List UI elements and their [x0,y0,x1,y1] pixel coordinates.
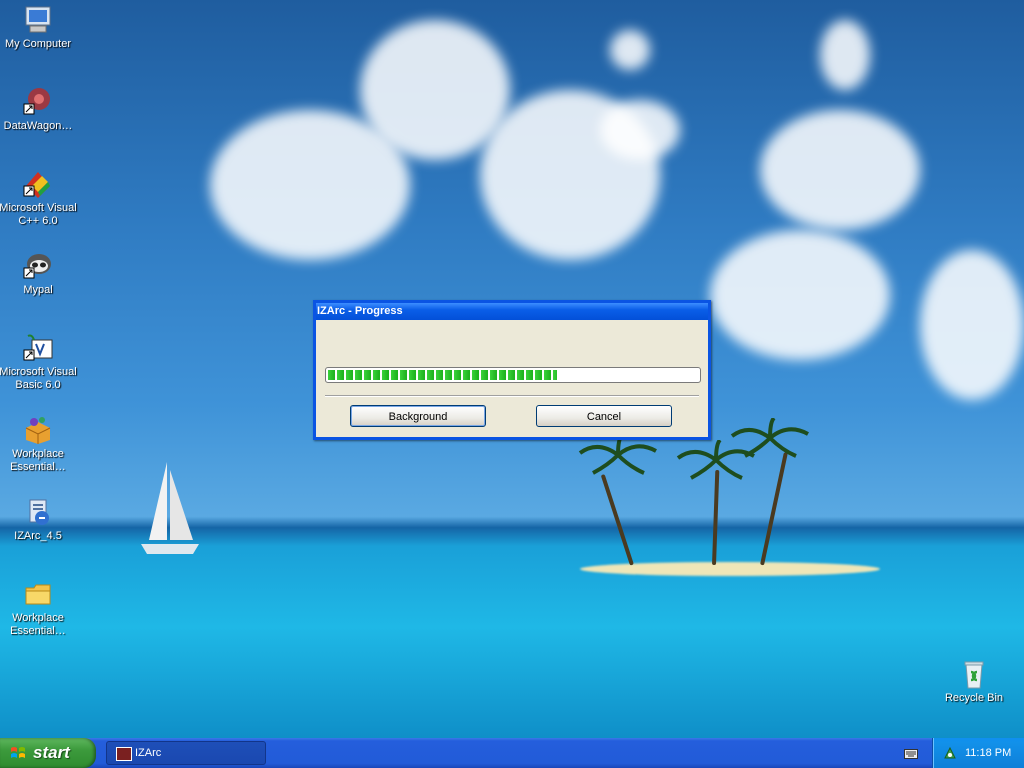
visual-cpp-icon [22,168,54,200]
palm-trunk [760,452,788,566]
desktop-icon-label: Recycle Bin [944,692,1004,704]
clock[interactable]: 11:18 PM [965,738,1011,768]
taskbar-button-izarc[interactable]: IZArc [106,741,266,765]
desktop-icon-label: IZArc_4.5 [14,530,62,542]
progress-dialog: IZArc - Progress Background Cancel [313,300,711,440]
desktop-icon-mypal[interactable]: Mypal [0,250,78,297]
izarc-app-icon [116,747,132,761]
workplace-essentials-icon [22,414,54,446]
desktop-icon-izarc-installer[interactable]: IZArc_4.5 [0,496,78,543]
keyboard-icon[interactable] [904,747,918,759]
progress-bar-fill [328,370,557,380]
cloud [920,250,1024,400]
palm-trunk [600,474,634,566]
desktop-icon-label: Workplace Essential… [10,612,66,637]
cloud [610,30,650,70]
palm-leaves [578,435,657,475]
folder-icon [22,578,54,610]
desktop-icon-label: Microsoft Visual Basic 6.0 [0,366,77,391]
island [580,562,880,576]
system-tray: 11:18 PM [932,738,1024,768]
background-button[interactable]: Background [350,405,486,427]
desktop-icon-visual-cpp[interactable]: Microsoft Visual C++ 6.0 [0,168,78,228]
cloud [820,20,870,90]
desktop-icon-recycle-bin[interactable]: Recycle Bin [934,658,1014,705]
desktop-icon-label: DataWagon… [3,120,73,132]
desktop-icon-label: Mypal [23,284,53,296]
progress-bar [325,367,701,383]
mypal-icon [22,250,54,282]
windows-flag-icon [11,747,25,758]
desktop-icon-workplace-folder[interactable]: Workplace Essential… [0,578,78,638]
start-label: start [33,743,70,762]
datawagon-icon [22,86,54,118]
izarc-installer-icon [22,496,54,528]
cancel-button[interactable]: Cancel [536,405,672,427]
cloud [760,110,920,230]
start-button[interactable]: start [0,738,96,768]
recycle-bin-icon [958,658,990,690]
desktop-icon-label: Workplace Essential… [10,448,66,473]
sailboat [141,462,199,554]
taskbar: start IZArc 11:18 PM [0,738,1024,768]
cloud [710,230,890,360]
palm-leaves [730,418,809,458]
desktop-icon-label: Microsoft Visual C++ 6.0 [0,202,77,227]
desktop-icon-my-computer[interactable]: My Computer [0,4,78,51]
desktop-icon-label: My Computer [4,38,72,50]
taskbar-button-label: IZArc [135,747,162,759]
network-icon[interactable] [943,746,957,760]
dialog-title[interactable]: IZArc - Progress [316,303,708,320]
desktop-icon-datawagon[interactable]: DataWagon… [0,86,78,133]
my-computer-icon [22,4,54,36]
palm-trunk [712,469,720,566]
cloud [600,100,680,160]
visual-basic-icon [22,332,54,364]
desktop-icon-workplace-essentials[interactable]: Workplace Essential… [0,414,78,474]
divider [325,395,699,397]
desktop-icon-visual-basic[interactable]: Microsoft Visual Basic 6.0 [0,332,78,392]
